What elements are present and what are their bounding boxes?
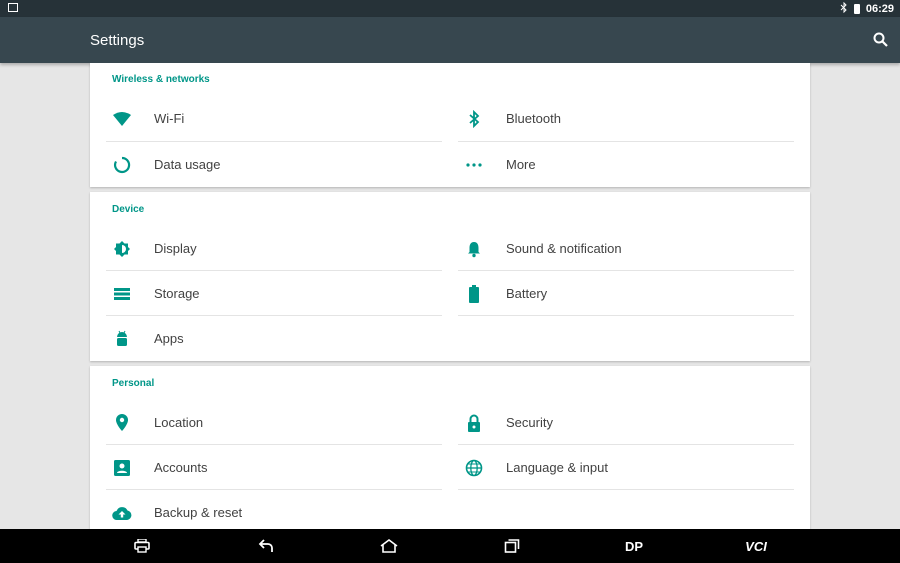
setting-security[interactable]: Security bbox=[442, 400, 794, 445]
setting-label: Sound & notification bbox=[506, 241, 622, 256]
setting-label: Backup & reset bbox=[154, 505, 243, 520]
settings-list: Wireless & networks Wi-Fi Bluetooth Data… bbox=[0, 63, 900, 529]
search-icon[interactable] bbox=[872, 31, 890, 49]
setting-label: Battery bbox=[506, 286, 548, 301]
display-icon bbox=[108, 239, 136, 259]
divider bbox=[458, 315, 794, 316]
globe-icon bbox=[460, 458, 488, 478]
printer-icon[interactable] bbox=[126, 529, 158, 563]
battery-icon bbox=[460, 284, 488, 304]
section-header-wireless: Wireless & networks bbox=[112, 74, 210, 85]
back-icon[interactable] bbox=[250, 529, 282, 563]
setting-bluetooth[interactable]: Bluetooth bbox=[442, 96, 794, 141]
setting-label: Data usage bbox=[154, 157, 221, 172]
setting-label: Wi-Fi bbox=[154, 111, 185, 126]
setting-language-input[interactable]: Language & input bbox=[442, 445, 794, 490]
home-icon[interactable] bbox=[372, 529, 406, 563]
storage-icon bbox=[108, 284, 136, 304]
recents-icon[interactable] bbox=[496, 529, 528, 563]
setting-label: Apps bbox=[154, 331, 184, 346]
setting-label: More bbox=[506, 157, 536, 172]
more-icon bbox=[460, 155, 488, 175]
android-icon bbox=[108, 329, 136, 349]
page-title: Settings bbox=[90, 32, 145, 49]
navigation-bar: DP VCI bbox=[0, 529, 900, 563]
section-header-device: Device bbox=[112, 204, 145, 215]
setting-accounts[interactable]: Accounts bbox=[90, 445, 442, 490]
location-icon bbox=[108, 413, 136, 433]
app-bar: Settings bbox=[0, 17, 900, 63]
setting-storage[interactable]: Storage bbox=[90, 271, 442, 316]
bluetooth-icon bbox=[460, 109, 488, 129]
setting-apps[interactable]: Apps bbox=[90, 316, 442, 361]
vci-label: VCI bbox=[745, 538, 767, 554]
setting-label: Storage bbox=[154, 286, 200, 301]
data-usage-icon bbox=[108, 155, 136, 175]
setting-label: Security bbox=[506, 415, 553, 430]
setting-location[interactable]: Location bbox=[90, 400, 442, 445]
section-header-personal: Personal bbox=[112, 378, 155, 389]
cloud-upload-icon bbox=[108, 503, 136, 523]
section-wireless: Wireless & networks Wi-Fi Bluetooth Data… bbox=[90, 63, 810, 187]
dp-button[interactable]: DP bbox=[616, 529, 652, 563]
divider bbox=[458, 489, 794, 490]
status-bar: 06:29 bbox=[0, 0, 900, 17]
section-personal: Personal Location Security Accounts Lang… bbox=[90, 366, 810, 529]
setting-backup-reset[interactable]: Backup & reset bbox=[90, 490, 442, 529]
lock-icon bbox=[460, 413, 488, 433]
setting-display[interactable]: Display bbox=[90, 226, 442, 271]
setting-data-usage[interactable]: Data usage bbox=[90, 142, 442, 187]
bluetooth-status-icon bbox=[840, 1, 848, 16]
wifi-icon bbox=[108, 109, 136, 129]
setting-label: Accounts bbox=[154, 460, 208, 475]
setting-wifi[interactable]: Wi-Fi bbox=[90, 96, 442, 141]
vci-button[interactable]: VCI bbox=[738, 529, 774, 563]
battery-status-icon bbox=[853, 3, 860, 14]
dp-label: DP bbox=[624, 538, 644, 554]
setting-label: Location bbox=[154, 415, 204, 430]
setting-label: Display bbox=[154, 241, 197, 256]
clock: 06:29 bbox=[865, 2, 894, 15]
setting-label: Language & input bbox=[506, 460, 608, 475]
section-device: Device Display Sound & notification Stor… bbox=[90, 192, 810, 361]
status-icons: 06:29 bbox=[840, 1, 894, 16]
setting-battery[interactable]: Battery bbox=[442, 271, 794, 316]
setting-sound-notification[interactable]: Sound & notification bbox=[442, 226, 794, 271]
bell-icon bbox=[460, 239, 488, 259]
setting-label: Bluetooth bbox=[506, 111, 561, 126]
account-icon bbox=[108, 458, 136, 478]
image-notification-icon bbox=[8, 3, 18, 12]
setting-more[interactable]: More bbox=[442, 142, 794, 187]
